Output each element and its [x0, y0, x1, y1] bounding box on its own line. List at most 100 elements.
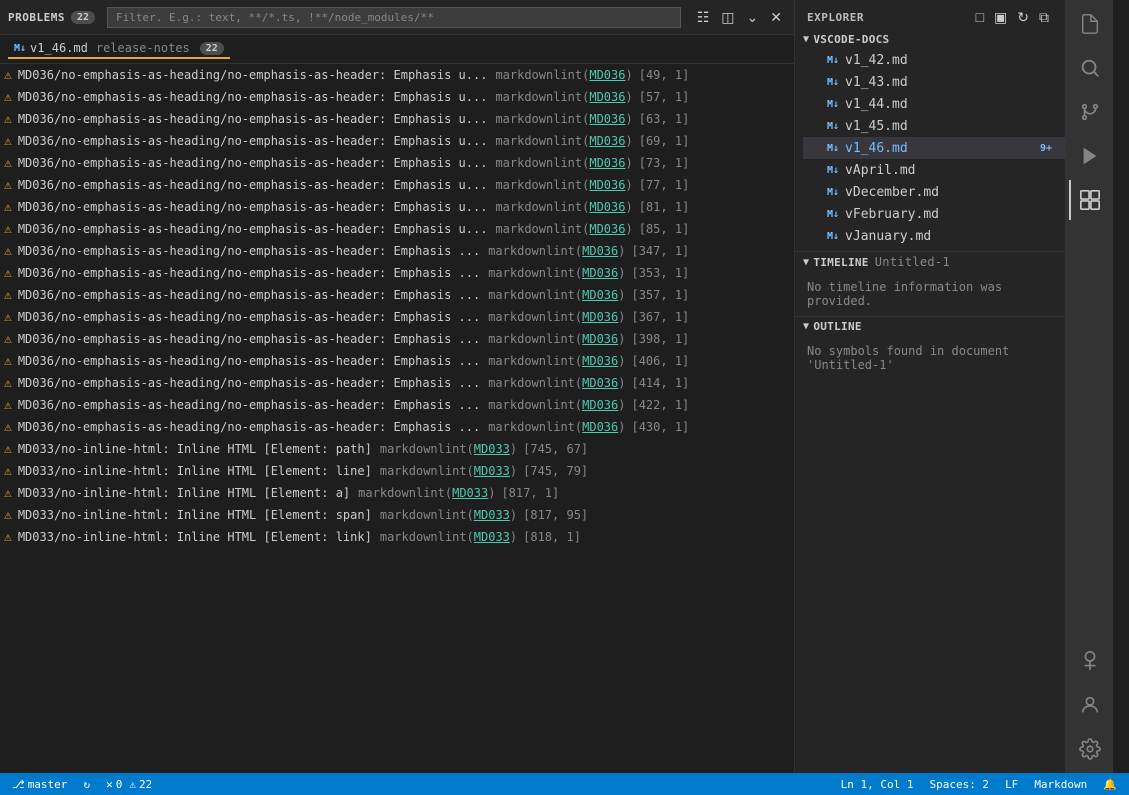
problem-row[interactable]: ⚠MD036/no-emphasis-as-heading/no-emphasi… — [0, 108, 794, 130]
problem-rule-link[interactable]: MD036 — [582, 288, 618, 302]
problem-rule-link[interactable]: MD036 — [582, 332, 618, 346]
problem-row[interactable]: ⚠MD036/no-emphasis-as-heading/no-emphasi… — [0, 86, 794, 108]
outline-section-header[interactable]: ▼ OUTLINE — [795, 317, 1065, 336]
problem-row[interactable]: ⚠MD033/no-inline-html: Inline HTML [Elem… — [0, 526, 794, 548]
problem-row[interactable]: ⚠MD036/no-emphasis-as-heading/no-emphasi… — [0, 416, 794, 438]
problem-rule-link[interactable]: MD033 — [452, 486, 488, 500]
problem-text: MD036/no-emphasis-as-heading/no-emphasis… — [18, 288, 480, 302]
problem-row[interactable]: ⚠MD036/no-emphasis-as-heading/no-emphasi… — [0, 372, 794, 394]
problem-rule-link[interactable]: MD033 — [474, 508, 510, 522]
problem-text: MD036/no-emphasis-as-heading/no-emphasis… — [18, 376, 480, 390]
problem-text: MD033/no-inline-html: Inline HTML [Eleme… — [18, 530, 372, 544]
problem-row[interactable]: ⚠MD033/no-inline-html: Inline HTML [Elem… — [0, 438, 794, 460]
problem-row[interactable]: ⚠MD036/no-emphasis-as-heading/no-emphasi… — [0, 262, 794, 284]
problem-row[interactable]: ⚠MD036/no-emphasis-as-heading/no-emphasi… — [0, 350, 794, 372]
filter-icon[interactable]: ☷ — [693, 8, 714, 26]
file-item[interactable]: M↓v1_44.md — [803, 93, 1065, 115]
file-item[interactable]: M↓vApril.md — [803, 159, 1065, 181]
problem-rule-link[interactable]: MD036 — [582, 376, 618, 390]
problem-source: markdownlint(MD033) — [358, 486, 495, 500]
problem-rule-link[interactable]: MD036 — [589, 156, 625, 170]
problem-rule-link[interactable]: MD036 — [589, 68, 625, 82]
files-activity-icon[interactable] — [1069, 4, 1109, 44]
encoding-status[interactable]: LF — [1001, 778, 1022, 791]
problem-row[interactable]: ⚠MD036/no-emphasis-as-heading/no-emphasi… — [0, 240, 794, 262]
problem-row[interactable]: ⚠MD036/no-emphasis-as-heading/no-emphasi… — [0, 218, 794, 240]
active-tab[interactable]: M↓ v1_46.md release-notes 22 — [8, 39, 230, 59]
problem-row[interactable]: ⚠MD033/no-inline-html: Inline HTML [Elem… — [0, 504, 794, 526]
timeline-section-header[interactable]: ▼ TIMELINE Untitled-1 — [795, 252, 1065, 272]
warning-icon: ⚠ — [4, 156, 12, 171]
file-item[interactable]: M↓vFebruary.md — [803, 203, 1065, 225]
problem-row[interactable]: ⚠MD036/no-emphasis-as-heading/no-emphasi… — [0, 284, 794, 306]
problem-source: markdownlint(MD036) — [488, 420, 625, 434]
problem-position: [817, 95] — [523, 508, 588, 522]
new-file-icon[interactable]: □ — [972, 8, 988, 26]
problem-rule-link[interactable]: MD036 — [589, 90, 625, 104]
file-item[interactable]: M↓v1_46.md9+ — [803, 137, 1065, 159]
problems-list[interactable]: ⚠ MD036/no-emphasis-as-heading/no-emphasi… — [0, 64, 794, 773]
problem-row[interactable]: ⚠MD036/no-emphasis-as-heading/no-emphasi… — [0, 328, 794, 350]
problem-rule-link[interactable]: MD033 — [474, 442, 510, 456]
file-md-icon: M↓ — [827, 165, 839, 176]
problem-row[interactable]: ⚠MD033/no-inline-html: Inline HTML [Elem… — [0, 460, 794, 482]
problem-row[interactable]: ⚠MD036/no-emphasis-as-heading/no-emphasi… — [0, 130, 794, 152]
remote-activity-icon[interactable] — [1069, 641, 1109, 681]
file-name: vDecember.md — [845, 185, 939, 200]
spaces-status[interactable]: Spaces: 2 — [925, 778, 993, 791]
run-activity-icon[interactable] — [1069, 136, 1109, 176]
file-item[interactable]: M↓vDecember.md — [803, 181, 1065, 203]
problem-rule-link[interactable]: MD036 — [589, 200, 625, 214]
file-name: vJanuary.md — [845, 229, 931, 244]
problem-source: markdownlint(MD036) — [495, 222, 632, 236]
expand-icon[interactable]: ⌄ — [743, 8, 763, 26]
problem-rule-link[interactable]: MD036 — [589, 112, 625, 126]
source-control-activity-icon[interactable] — [1069, 92, 1109, 132]
bell-status[interactable]: 🔔 — [1099, 778, 1121, 791]
problem-rule-link[interactable]: MD036 — [589, 134, 625, 148]
problem-row[interactable]: ⚠MD036/no-emphasis-as-heading/no-emphasi… — [0, 152, 794, 174]
problem-rule-link[interactable]: MD033 — [474, 530, 510, 544]
language-status[interactable]: Markdown — [1030, 778, 1091, 791]
warning-count: 22 — [139, 778, 152, 791]
problem-rule-link[interactable]: MD036 — [582, 266, 618, 280]
file-item[interactable]: M↓v1_43.md — [803, 71, 1065, 93]
panel-header: PROBLEMS 22 ☷ ◫ ⌄ ✕ — [0, 0, 794, 35]
problem-position: [398, 1] — [631, 332, 689, 346]
collapse-all-icon[interactable]: ⧉ — [1035, 8, 1053, 26]
position-status[interactable]: Ln 1, Col 1 — [837, 778, 918, 791]
errors-status[interactable]: ✕ 0 ⚠ 22 — [102, 778, 156, 791]
file-item[interactable]: M↓v1_42.md — [803, 49, 1065, 71]
problem-rule-link[interactable]: MD036 — [582, 398, 618, 412]
problem-rule-link[interactable]: MD036 — [582, 310, 618, 324]
problem-position: [818, 1] — [523, 530, 581, 544]
new-folder-icon[interactable]: ▣ — [990, 8, 1011, 26]
filter-input[interactable] — [107, 7, 681, 28]
problem-row[interactable]: ⚠MD036/no-emphasis-as-heading/no-emphasi… — [0, 394, 794, 416]
problem-rule-link[interactable]: MD036 — [582, 420, 618, 434]
problem-row[interactable]: ⚠MD036/no-emphasis-as-heading/no-emphasi… — [0, 174, 794, 196]
problem-rule-link[interactable]: MD036 — [589, 178, 625, 192]
accounts-activity-icon[interactable] — [1069, 685, 1109, 725]
vscode-docs-section-header[interactable]: ▼ VSCODE-DOCS — [795, 30, 1065, 49]
problem-rule-link[interactable]: MD036 — [582, 244, 618, 258]
problem-row[interactable]: ⚠MD036/no-emphasis-as-heading/no-emphasi… — [0, 64, 794, 86]
problem-row[interactable]: ⚠MD036/no-emphasis-as-heading/no-emphasi… — [0, 196, 794, 218]
problem-rule-link[interactable]: MD036 — [589, 222, 625, 236]
branch-status[interactable]: ⎇ master — [8, 778, 71, 791]
collapse-icon[interactable]: ◫ — [717, 8, 738, 26]
close-icon[interactable]: ✕ — [766, 8, 786, 26]
problem-row[interactable]: ⚠MD036/no-emphasis-as-heading/no-emphasi… — [0, 306, 794, 328]
settings-activity-icon[interactable] — [1069, 729, 1109, 769]
problem-row[interactable]: ⚠MD033/no-inline-html: Inline HTML [Elem… — [0, 482, 794, 504]
cursor-position: Ln 1, Col 1 — [841, 778, 914, 791]
extensions-activity-icon[interactable] — [1069, 180, 1109, 220]
file-item[interactable]: M↓v1_45.md — [803, 115, 1065, 137]
search-activity-icon[interactable] — [1069, 48, 1109, 88]
file-item[interactable]: M↓vJanuary.md — [803, 225, 1065, 247]
file-md-icon: M↓ — [827, 55, 839, 66]
sync-status[interactable]: ↻ — [79, 778, 94, 791]
refresh-icon[interactable]: ↻ — [1013, 8, 1033, 26]
problem-rule-link[interactable]: MD036 — [582, 354, 618, 368]
problem-rule-link[interactable]: MD033 — [474, 464, 510, 478]
